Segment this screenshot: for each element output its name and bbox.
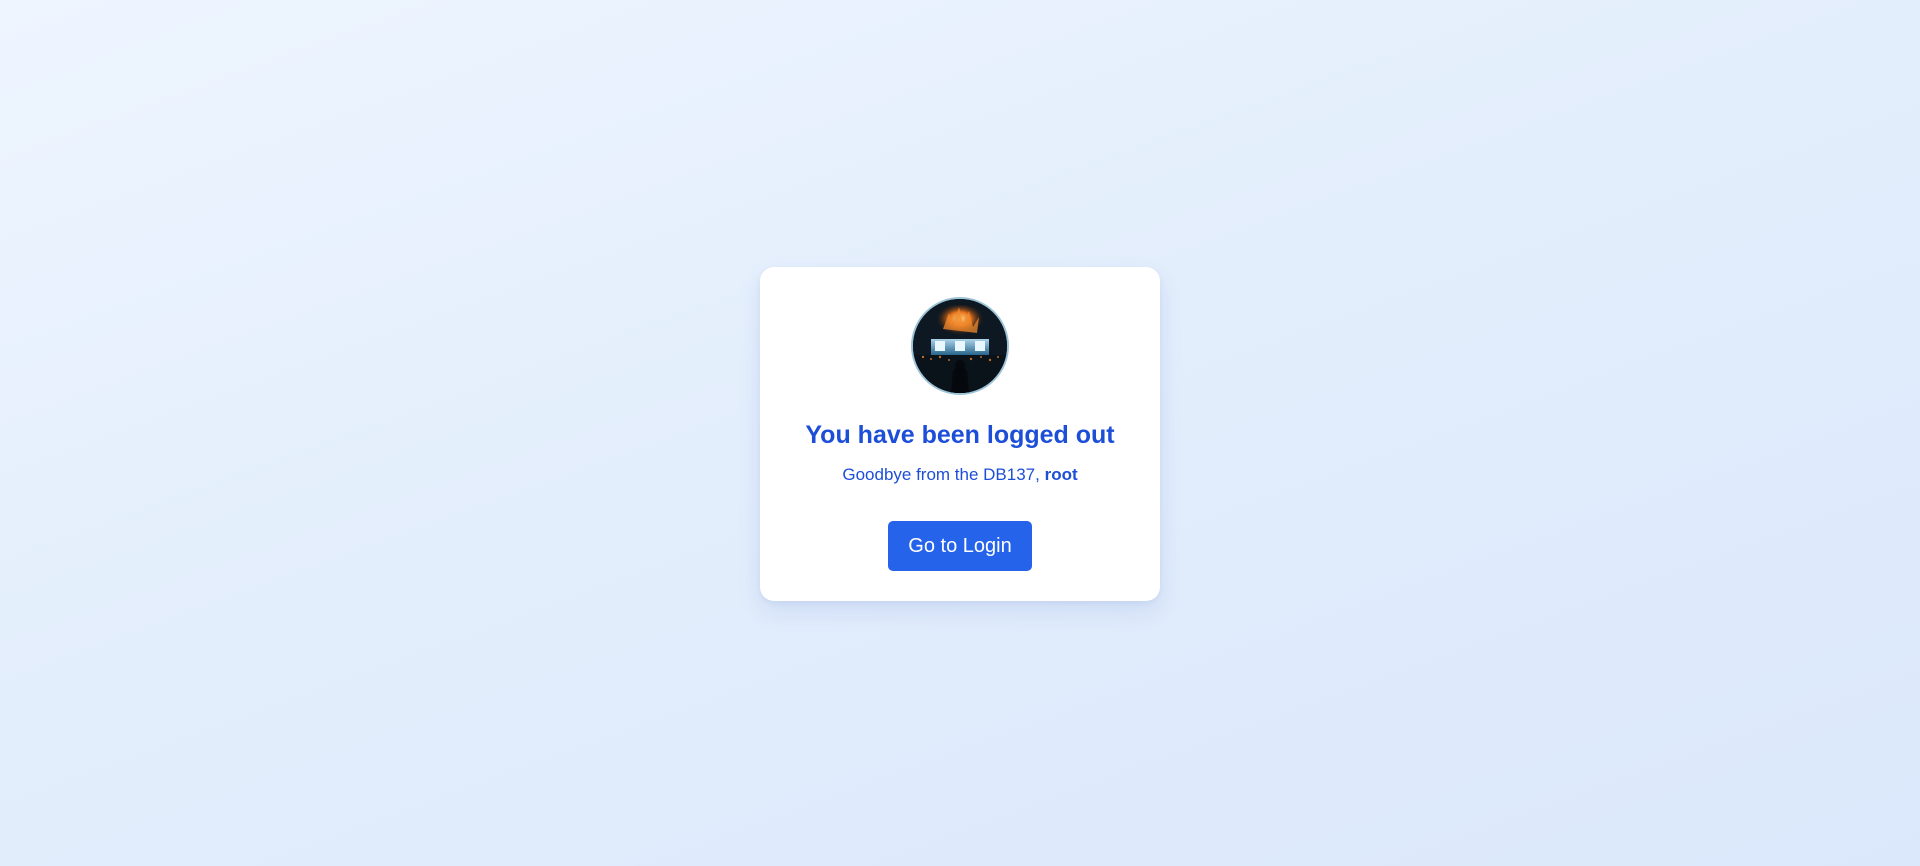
goodbye-message: Goodbye from the DB137, root: [760, 463, 1160, 487]
logout-card: You have been logged out Goodbye from th…: [760, 267, 1160, 601]
concert-photo-icon: [913, 299, 1007, 393]
username: root: [1044, 465, 1078, 484]
logout-page: { "logout": { "title": "You have been lo…: [0, 0, 1920, 866]
go-to-login-button[interactable]: Go to Login: [888, 521, 1032, 571]
goodbye-text: Goodbye from the DB137,: [842, 465, 1045, 484]
avatar: [911, 297, 1009, 395]
page-title: You have been logged out: [805, 421, 1115, 449]
